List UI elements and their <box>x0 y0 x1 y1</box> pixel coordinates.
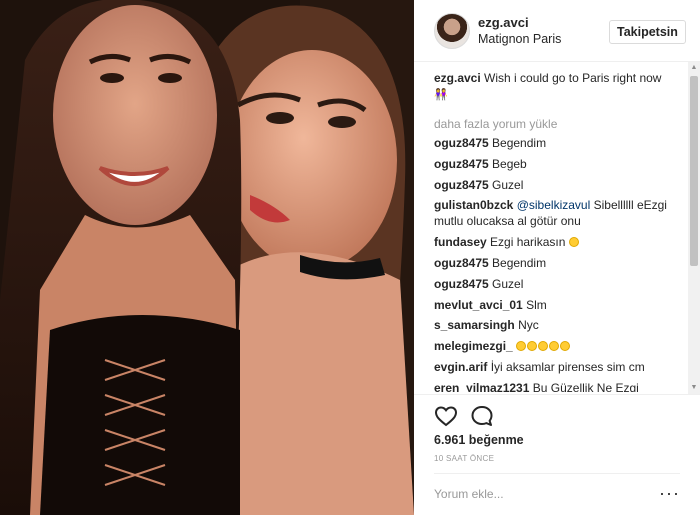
comment-username[interactable]: oguz8475 <box>434 136 489 150</box>
comment-username[interactable]: melegimezgi_ <box>434 339 513 353</box>
comment-item: oguz8475 Guzel <box>434 177 684 193</box>
photo-illustration <box>0 0 414 515</box>
comment-item: oguz8475 Begendim <box>434 135 684 151</box>
comment-username[interactable]: mevlut_avci_01 <box>434 298 523 312</box>
post-photo[interactable] <box>0 0 414 515</box>
comment-item: oguz8475 Begendim <box>434 255 684 271</box>
comment-item: oguz8475 Guzel <box>434 276 684 292</box>
location-link[interactable]: Matignon Paris <box>478 32 561 46</box>
comment-text: Guzel <box>492 177 524 192</box>
caption: ezg.avci Wish i could go to Paris right … <box>434 70 684 103</box>
comment-text: Ezgi harikasın <box>490 235 566 250</box>
follow-button[interactable]: Takipetsin <box>609 20 686 44</box>
comment-item: oguz8475 Begeb <box>434 156 684 172</box>
comment-username[interactable]: oguz8475 <box>434 277 489 291</box>
caption-username[interactable]: ezg.avci <box>434 71 481 85</box>
add-comment-bar: ··· <box>434 473 680 515</box>
speech-bubble-icon[interactable] <box>470 404 494 428</box>
comment-item: fundasey Ezgi harikasın <box>434 234 684 250</box>
comment-item: mevlut_avci_01 Slm <box>434 297 684 313</box>
comment-text: Begeb <box>492 156 527 171</box>
caption-text: Wish i could go to Paris right now <box>484 71 662 85</box>
post-timestamp[interactable]: 10 SAAT ÖNCE <box>434 454 494 463</box>
username-link[interactable]: ezg.avci <box>478 15 529 30</box>
comment-username[interactable]: oguz8475 <box>434 178 489 192</box>
like-count[interactable]: 6.961 beğenme <box>434 433 524 447</box>
heart-outline-icon[interactable] <box>434 404 458 428</box>
comment-username[interactable]: evgin.arif <box>434 360 487 374</box>
comment-input[interactable] <box>434 487 654 501</box>
avatar[interactable] <box>434 13 470 49</box>
scroll-up-icon[interactable]: ▲ <box>688 62 700 74</box>
comment-item: evgin.arif İyi aksamlar pirenses sim cm <box>434 359 684 375</box>
comment-item: melegimezgi_ <box>434 338 684 354</box>
scroll-thumb[interactable] <box>690 76 698 266</box>
comment-text: Guzel <box>492 276 524 291</box>
comment-text: Begendim <box>492 136 547 150</box>
comment-text: Bu Güzellik Ne Ezgi <box>532 380 639 392</box>
post-actions: 6.961 beğenme 10 SAAT ÖNCE ··· <box>414 394 700 515</box>
heart-eyes-emoji-icon <box>516 339 571 353</box>
load-more-comments-link[interactable]: daha fazla yorum yükle <box>434 117 684 131</box>
comment-username[interactable]: eren_yilmaz1231 <box>434 381 529 392</box>
comment-text: Slm <box>526 297 547 312</box>
comment-item: eren_yilmaz1231 Bu Güzellik Ne Ezgi <box>434 380 684 392</box>
comment-username[interactable]: oguz8475 <box>434 157 489 171</box>
comment-username[interactable]: gulistan0bzck <box>434 198 513 212</box>
smiley-emoji-icon <box>568 237 579 248</box>
scroll-down-icon[interactable]: ▼ <box>688 382 700 394</box>
comment-mention-link[interactable]: @sibelkizavul <box>517 198 591 212</box>
comment-text: Nyc <box>518 318 539 333</box>
comment-username[interactable]: s_samarsingh <box>434 318 515 332</box>
comments-list: ezg.avci Wish i could go to Paris right … <box>434 70 684 392</box>
comment-item: gulistan0bzck @sibelkizavul Sibellllll e… <box>434 197 684 229</box>
comment-username[interactable]: oguz8475 <box>434 256 489 270</box>
couple-icon: 👭 <box>434 89 448 101</box>
post-header: ezg.avci Matignon Paris Takipetsin <box>414 0 700 62</box>
post-sidebar: ezg.avci Matignon Paris Takipetsin ezg.a… <box>414 0 700 515</box>
ellipsis-icon[interactable]: ··· <box>659 484 680 502</box>
comment-username[interactable]: fundasey <box>434 235 487 249</box>
comment-text: Begendim <box>492 255 547 270</box>
comment-item: s_samarsingh Nyc <box>434 317 684 333</box>
comment-text: İyi aksamlar pirenses sim cm <box>490 359 645 374</box>
comments-scrollbar[interactable]: ▲ ▼ <box>688 62 700 394</box>
